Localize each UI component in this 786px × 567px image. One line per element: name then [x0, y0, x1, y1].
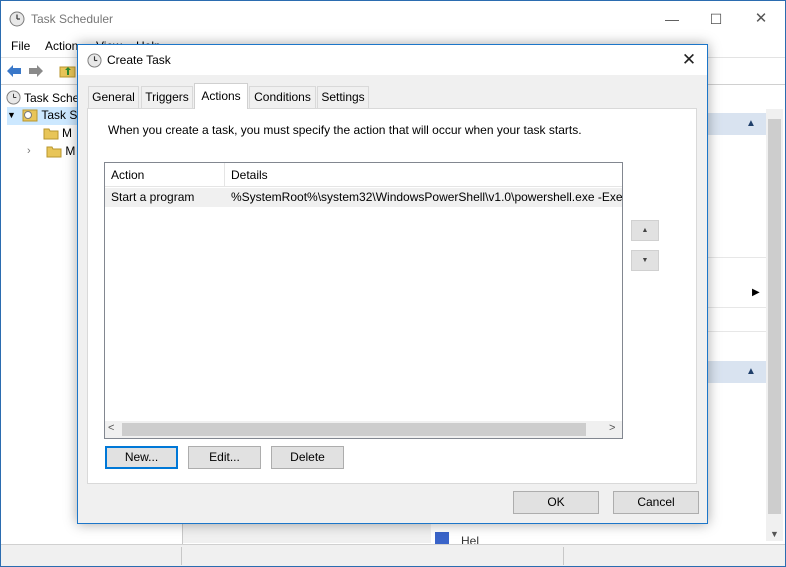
- collapse-icon[interactable]: ▲: [746, 118, 756, 129]
- divider: [708, 257, 766, 258]
- actions-list[interactable]: Action Details Start a program %SystemRo…: [104, 162, 623, 439]
- forward-arrow-icon[interactable]: [27, 63, 45, 79]
- ok-button[interactable]: OK: [513, 491, 599, 514]
- dialog-title: Create Task: [107, 53, 171, 67]
- column-divider[interactable]: [224, 163, 225, 187]
- create-task-dialog: Create Task ✕ General Triggers Actions C…: [77, 44, 708, 524]
- list-header: Action Details: [105, 163, 622, 187]
- clock-icon: [6, 90, 21, 105]
- chevron-down-icon[interactable]: ▼: [7, 110, 19, 120]
- divider: [181, 547, 182, 565]
- menu-file[interactable]: File: [11, 39, 30, 53]
- actions-pane-header[interactable]: ▲: [708, 361, 766, 383]
- row-action-cell: Start a program: [111, 190, 195, 204]
- help-icon: [435, 532, 449, 544]
- tab-general[interactable]: General: [88, 86, 139, 108]
- chevron-right-icon[interactable]: ›: [27, 145, 43, 157]
- column-header-details[interactable]: Details: [231, 168, 268, 182]
- actions-pane: ▲ ▶ ▲: [708, 85, 766, 545]
- scroll-right-icon[interactable]: >: [609, 422, 615, 434]
- tree-item[interactable]: › M: [27, 143, 75, 161]
- actions-pane-header[interactable]: ▲: [708, 113, 766, 135]
- task-folder-icon: [22, 109, 38, 122]
- help-link[interactable]: Hel: [461, 529, 479, 544]
- divider: [708, 307, 766, 308]
- divider: [708, 331, 766, 332]
- tree-item-label: M: [62, 125, 72, 140]
- move-up-button[interactable]: ▲: [631, 220, 659, 241]
- menu-action[interactable]: Action: [45, 39, 78, 53]
- divider: [563, 547, 564, 565]
- tab-actions[interactable]: Actions: [194, 83, 248, 109]
- column-header-action[interactable]: Action: [111, 168, 144, 182]
- title-bar: Task Scheduler — ☐ ✕: [1, 1, 785, 35]
- clock-icon: [87, 53, 102, 68]
- dialog-title-bar: Create Task ✕: [78, 45, 707, 75]
- edit-button[interactable]: Edit...: [188, 446, 261, 469]
- row-details-cell: %SystemRoot%\system32\WindowsPowerShell\…: [231, 190, 623, 204]
- submenu-arrow-icon[interactable]: ▶: [752, 287, 760, 298]
- intro-text: When you create a task, you must specify…: [108, 123, 582, 137]
- new-button[interactable]: New...: [105, 446, 178, 469]
- horizontal-scrollbar[interactable]: < >: [105, 421, 622, 438]
- tree-item-label: M: [65, 143, 76, 158]
- tab-settings[interactable]: Settings: [317, 86, 369, 108]
- tree-item-label: Task Sche: [24, 90, 80, 105]
- folder-up-icon[interactable]: [59, 63, 77, 79]
- folder-icon: [43, 128, 59, 140]
- move-down-button[interactable]: ▼: [631, 250, 659, 271]
- table-row[interactable]: Start a program %SystemRoot%\system32\Wi…: [105, 188, 622, 207]
- back-arrow-icon[interactable]: [5, 63, 23, 79]
- actions-tab-panel: When you create a task, you must specify…: [87, 108, 697, 484]
- chevron-down-icon[interactable]: ▼: [770, 529, 779, 539]
- scroll-left-icon[interactable]: <: [108, 422, 114, 434]
- delete-button[interactable]: Delete: [271, 446, 344, 469]
- tab-conditions[interactable]: Conditions: [249, 86, 316, 108]
- scrollbar-thumb[interactable]: [122, 423, 586, 436]
- window-title: Task Scheduler: [31, 12, 114, 26]
- close-icon[interactable]: ✕: [676, 48, 702, 72]
- scrollbar-thumb[interactable]: [768, 119, 781, 514]
- tree-item-label: Task S: [41, 107, 78, 122]
- status-bar: [1, 544, 785, 566]
- scrollbar[interactable]: ▼: [766, 109, 783, 541]
- maximize-button[interactable]: ☐: [701, 8, 731, 30]
- minimize-button[interactable]: —: [657, 8, 687, 30]
- tree-item[interactable]: M: [43, 125, 72, 143]
- horizontal-scrollbar[interactable]: [183, 523, 431, 543]
- folder-icon: [46, 146, 62, 158]
- collapse-icon[interactable]: ▲: [746, 366, 756, 377]
- clock-icon: [9, 11, 25, 27]
- tab-triggers[interactable]: Triggers: [141, 86, 193, 108]
- close-button[interactable]: ✕: [746, 8, 776, 30]
- tree-item-root[interactable]: Task Sche: [6, 90, 79, 108]
- cancel-button[interactable]: Cancel: [613, 491, 699, 514]
